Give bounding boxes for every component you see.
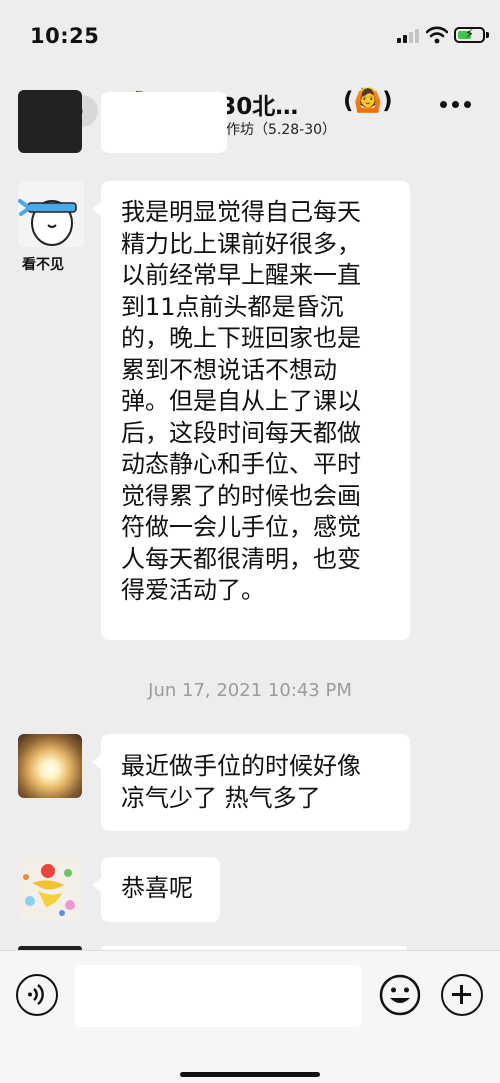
- add-attachment-button[interactable]: [441, 974, 483, 1016]
- message-bubble[interactable]: 恭喜呢: [92, 857, 220, 922]
- message-line: 得爱活动了。: [121, 576, 265, 604]
- message-line: 到11点前头都是昏沉: [121, 292, 344, 321]
- avatar[interactable]: [18, 734, 82, 798]
- battery-tip: [486, 32, 489, 38]
- chat-title-badge: (🙆): [343, 88, 393, 114]
- battery-icon: ⚡: [454, 27, 485, 43]
- status-bar: 10:25 ⚡: [0, 0, 500, 70]
- message-line: 动态静心和手位、平时: [121, 450, 361, 478]
- status-time: 10:25: [30, 24, 100, 48]
- message-bubble[interactable]: 最近做手位的时候好像 凉气少了 热气多了: [92, 734, 410, 831]
- colorful-illustration-icon: [18, 857, 82, 921]
- message-line: 我是明显觉得自己每天: [121, 198, 361, 226]
- message-line: 弹。但是自从上了课以: [121, 387, 361, 415]
- message-line: 人每天都很清明，也变: [121, 544, 361, 573]
- voice-icon: [28, 984, 44, 1005]
- wifi-icon: [426, 26, 448, 44]
- voice-input-button[interactable]: [16, 974, 58, 1016]
- more-options-icon[interactable]: [440, 101, 472, 111]
- message-bubble[interactable]: 我是明显觉得自己每天 精力比上课前好很多， 以前经常早上醒来一直 到11点前头都…: [92, 181, 410, 640]
- message-timestamp: Jun 17, 2021 10:43 PM: [148, 680, 352, 701]
- message-line: 觉得累了的时候也会画: [121, 481, 361, 510]
- avatar[interactable]: [18, 857, 82, 921]
- avatar[interactable]: [18, 181, 84, 247]
- message-bubble-partial: [101, 92, 227, 153]
- avatar[interactable]: [18, 90, 82, 153]
- message-line: 的，晚上下班回家也是: [121, 324, 361, 352]
- message-line: 后，这段时间每天都做: [121, 418, 361, 447]
- home-indicator[interactable]: [180, 1072, 320, 1077]
- message-line: 符做一会儿手位，感觉: [121, 513, 361, 541]
- message-line: 最近做手位的时候好像: [121, 752, 361, 780]
- message-line: 恭喜呢: [121, 874, 193, 902]
- blindfold-character-icon: [18, 181, 84, 247]
- chat-input-bar: [0, 950, 500, 1083]
- message-line: 以前经常早上醒来一直: [121, 261, 361, 289]
- message-input[interactable]: [75, 965, 362, 1027]
- emoji-icon[interactable]: [379, 974, 421, 1016]
- message-line: 精力比上课前好很多，: [121, 229, 361, 258]
- sender-name: 看不见: [22, 257, 64, 273]
- message-line: 凉气少了 热气多了: [121, 783, 321, 812]
- cellular-signal-icon: [397, 29, 419, 43]
- message-line: 累到不想说话不想动: [121, 355, 337, 384]
